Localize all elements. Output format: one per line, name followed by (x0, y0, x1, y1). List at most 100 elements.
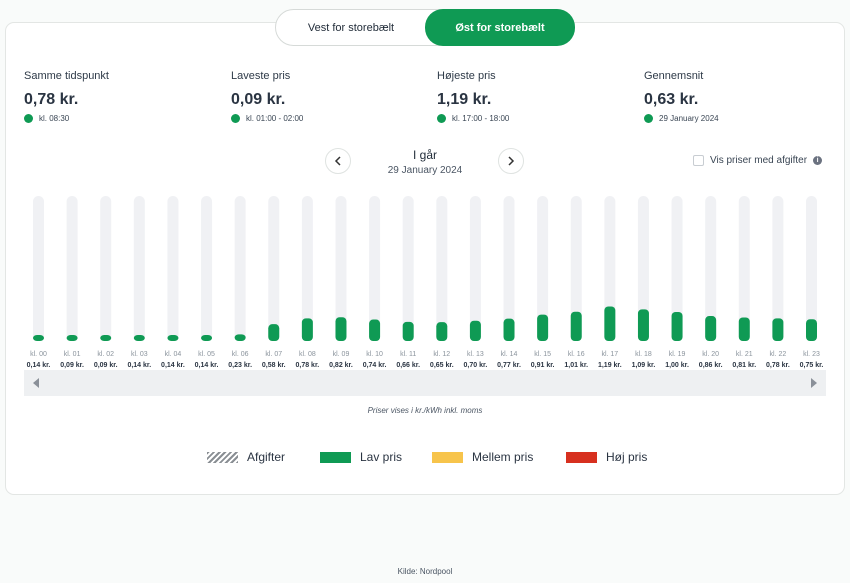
price-bar (268, 324, 280, 341)
tab-west[interactable]: Vest for storebælt (276, 10, 426, 45)
legend-label: Lav pris (360, 450, 403, 464)
red-swatch-icon (566, 451, 597, 463)
hour-label: kl. 12 (433, 351, 450, 358)
price-bar (369, 319, 381, 341)
price-label: 0,78 kr. (766, 362, 790, 369)
price-label: 0,58 kr. (262, 362, 286, 369)
hour-label: kl. 21 (736, 351, 753, 358)
bar-track (133, 196, 145, 341)
hour-label: kl. 02 (97, 351, 114, 358)
bar-track (268, 196, 280, 341)
price-label: 0,74 kr. (363, 362, 387, 369)
price-bar (301, 318, 313, 341)
price-label: 0,81 kr. (732, 362, 756, 369)
legend-label: Høj pris (606, 450, 648, 464)
scroll-right-icon[interactable] (811, 378, 817, 388)
price-bar (469, 320, 481, 341)
price-bar (570, 311, 582, 341)
hour-label: kl. 19 (669, 351, 686, 358)
price-label: 1,09 kr. (632, 362, 656, 369)
price-label: 0,78 kr. (295, 362, 319, 369)
price-label: 0,14 kr. (27, 362, 51, 369)
price-label: 0,86 kr. (699, 362, 723, 369)
price-bar (738, 317, 750, 341)
legend-label: Afgifter (247, 450, 286, 464)
hour-label: kl. 15 (534, 351, 551, 358)
price-bar (167, 335, 179, 341)
price-bar (335, 317, 347, 341)
bar-track (33, 196, 44, 341)
price-label: 0,82 kr. (329, 362, 353, 369)
hour-label: kl. 09 (333, 351, 350, 358)
hour-label: kl. 05 (198, 351, 215, 358)
chart-scrollbar[interactable] (24, 370, 826, 396)
price-label: 0,66 kr. (396, 362, 420, 369)
price-bar (637, 309, 649, 341)
price-label: 0,75 kr. (800, 362, 824, 369)
price-bar (66, 335, 78, 341)
hour-label: kl. 01 (64, 351, 81, 358)
hour-label: kl. 17 (601, 351, 618, 358)
bar-track (201, 196, 213, 341)
price-label: 0,09 kr. (60, 362, 84, 369)
green-swatch-icon (320, 451, 351, 463)
price-label: 0,14 kr. (161, 362, 185, 369)
price-note: Priser vises i kr./kWh inkl. moms (367, 406, 483, 415)
price-bar (671, 312, 683, 341)
legend-high: Høj pris (566, 450, 647, 464)
price-label: 1,01 kr. (564, 362, 588, 369)
price-label: 0,91 kr. (531, 362, 555, 369)
yellow-swatch-icon (432, 451, 463, 463)
bar-track (469, 196, 481, 341)
hour-label: kl. 13 (467, 351, 484, 358)
price-bar (100, 335, 112, 341)
price-label: 0,14 kr. (195, 362, 219, 369)
hour-label: kl. 16 (568, 351, 585, 358)
price-bar (604, 306, 616, 341)
hour-label: kl. 11 (400, 351, 416, 358)
price-bar (402, 321, 414, 341)
hour-label: kl. 22 (770, 351, 787, 358)
price-bar (436, 322, 448, 341)
price-label: 1,19 kr. (598, 362, 622, 369)
price-bar (537, 314, 549, 341)
price-bar (705, 316, 717, 341)
hour-label: kl. 14 (501, 351, 518, 358)
price-label: 0,70 kr. (464, 362, 488, 369)
price-label: 0,77 kr. (497, 362, 521, 369)
price-bar (133, 335, 145, 341)
hour-label: kl. 03 (131, 351, 148, 358)
bar-track (436, 196, 448, 341)
price-bar (503, 318, 515, 341)
price-bar (806, 319, 817, 341)
legend-mid: Mellem pris (432, 450, 533, 464)
legend-fees: Afgifter (207, 450, 285, 464)
region-toggle: Vest for storebælt Øst for storebælt (275, 9, 575, 46)
scroll-left-icon[interactable] (33, 378, 39, 388)
price-bar (201, 335, 213, 341)
legend-label: Mellem pris (472, 450, 534, 464)
hour-label: kl. 07 (265, 351, 282, 358)
price-label: 1,00 kr. (665, 362, 689, 369)
price-bar (772, 318, 784, 341)
bar-track (234, 196, 246, 341)
hour-label: kl. 18 (635, 351, 652, 358)
bar-track (369, 196, 381, 341)
price-label: 0,23 kr. (228, 362, 252, 369)
hour-label: kl. 04 (165, 351, 182, 358)
hour-label: kl. 00 (30, 351, 47, 358)
price-chart: kl. 00 0,14 kr. kl. 01 0,09 kr. kl. 02 0,09 k… (27, 196, 824, 369)
bar-track (66, 196, 78, 341)
price-label: 0,65 kr. (430, 362, 454, 369)
price-bar (234, 334, 246, 341)
source-text: Kilde: Nordpool (397, 567, 453, 576)
bar-track (100, 196, 112, 341)
hour-label: kl. 06 (232, 351, 249, 358)
legend-low: Lav pris (320, 450, 402, 464)
bar-track (167, 196, 179, 341)
hour-label: kl. 08 (299, 351, 316, 358)
price-label: 0,14 kr. (127, 362, 151, 369)
tab-east[interactable]: Øst for storebælt (425, 9, 575, 46)
hour-label: kl. 20 (702, 351, 719, 358)
hour-label: kl. 10 (366, 351, 383, 358)
